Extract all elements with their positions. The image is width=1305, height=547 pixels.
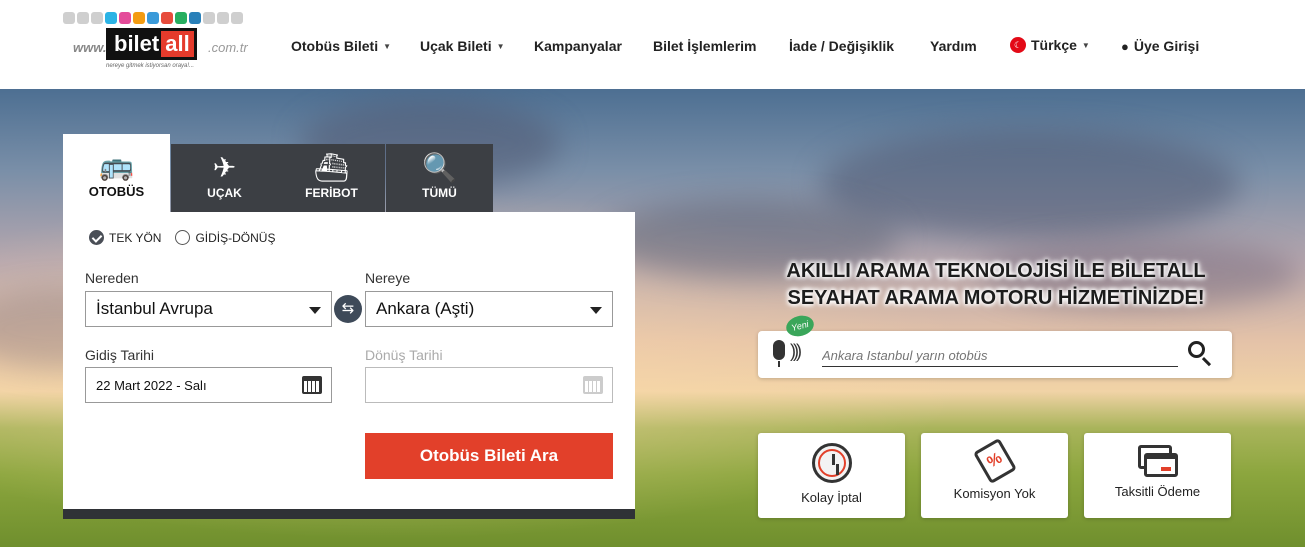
tab-feribot[interactable]: ⛴ FERİBOT: [278, 144, 385, 212]
feature-label: Taksitli Ödeme: [1114, 484, 1201, 499]
to-label: Nereye: [365, 270, 411, 286]
depart-date-input[interactable]: 22 Mart 2022 - Salı: [85, 367, 332, 403]
tab-label: UÇAK: [207, 186, 242, 200]
feature-kolay-iptal: Kolay İptal: [758, 433, 905, 518]
voice-search-input[interactable]: [822, 345, 1178, 367]
logo-bilet: bilet: [114, 31, 160, 56]
feature-taksitli-odeme: Taksitli Ödeme: [1084, 433, 1231, 518]
login-label: Üye Girişi: [1133, 38, 1200, 54]
swap-direction-button[interactable]: ⇆: [334, 295, 362, 323]
clock-icon: [811, 443, 852, 483]
return-date-input[interactable]: [365, 367, 613, 403]
to-value: Ankara (Aşti): [376, 299, 475, 318]
calendar-icon: [302, 376, 322, 394]
tab-tumu[interactable]: 🔍 TÜMÜ: [386, 144, 493, 212]
service-dot: [77, 12, 89, 24]
service-dot: [147, 12, 159, 24]
tab-otobus[interactable]: 🚌 OTOBÜS: [63, 134, 170, 212]
search-card-footer: [63, 509, 635, 519]
caret-down-icon: ▼: [1081, 40, 1090, 50]
service-dot: [91, 12, 103, 24]
nav-label: İade / Değişiklik: [789, 38, 895, 54]
logo-all: all: [161, 31, 194, 57]
tab-label: TÜMÜ: [422, 186, 457, 200]
sound-waves-icon: ))): [790, 341, 802, 361]
nav-bilet-islemlerim[interactable]: Bilet İşlemlerim: [653, 38, 757, 54]
search-globe-icon: 🔍: [422, 152, 457, 183]
nav-kampanyalar[interactable]: Kampanyalar: [534, 38, 622, 54]
from-value: İstanbul Avrupa: [96, 299, 213, 318]
promo-headline-line1: AKILLI ARAMA TEKNOLOJİSİ İLE BİLETALL: [786, 260, 1206, 282]
depart-date-value: 22 Mart 2022 - Salı: [96, 378, 207, 393]
plane-icon: ✈: [212, 152, 237, 183]
language-label: Türkçe: [1031, 37, 1077, 53]
promo-headline: AKILLI ARAMA TEKNOLOJİSİ İLE BİLETALL SE…: [760, 258, 1232, 312]
logo-wordmark: bilet all: [106, 28, 197, 60]
nav-label: Uçak Bileti: [420, 38, 492, 54]
turkey-flag-icon: ☾: [1010, 37, 1026, 53]
tab-label: OTOBÜS: [88, 184, 145, 199]
caret-down-icon: ▼: [496, 41, 505, 51]
radio-unchecked-icon: [175, 230, 191, 245]
search-bus-button[interactable]: Otobüs Bileti Ara: [365, 433, 613, 479]
header: www. bilet all .com.tr nereye gitmek ist…: [0, 0, 1305, 89]
language-selector[interactable]: ☾ Türkçe ▼: [1010, 37, 1090, 53]
microphone-icon[interactable]: [773, 340, 785, 367]
tab-label: FERİBOT: [305, 186, 358, 200]
nav-iade-degisiklik[interactable]: İade / Değişiklik: [789, 38, 894, 54]
promo-headline-line2: SEYAHAT ARAMA MOTORU HİZMETİNİZDE!: [787, 287, 1205, 309]
dropdown-arrow-icon: [309, 307, 321, 314]
service-dots: [63, 12, 243, 24]
feature-label: Kolay İptal: [801, 490, 862, 505]
trip-type-options: TEK YÖN GİDİŞ-DÖNÜŞ: [89, 230, 275, 245]
service-dot: [203, 12, 215, 24]
service-dot: [161, 12, 173, 24]
service-dot: [119, 12, 131, 24]
credit-cards-icon: [1137, 443, 1178, 477]
radio-checked-icon: [89, 230, 104, 245]
user-icon: ●: [1121, 38, 1129, 54]
logo-slogan: nereye gitmek istiyorsan oraya!...: [106, 63, 195, 69]
from-label: Nereden: [85, 270, 139, 286]
logo-www: www.: [73, 40, 107, 55]
feature-komisyon-yok: % Komisyon Yok: [921, 433, 1068, 518]
tab-ucak[interactable]: ✈ UÇAK: [171, 144, 278, 212]
service-dot: [189, 12, 201, 24]
service-dot: [217, 12, 229, 24]
nav-otobus-bileti[interactable]: Otobüs Bileti ▼: [291, 38, 391, 54]
service-dot: [133, 12, 145, 24]
radio-round-trip[interactable]: GİDİŞ-DÖNÜŞ: [175, 230, 275, 245]
nav-label: Kampanyalar: [534, 38, 622, 54]
depart-date-label: Gidiş Tarihi: [85, 347, 154, 363]
service-dot: [105, 12, 117, 24]
logo-domain: .com.tr: [208, 40, 248, 55]
calendar-icon: [583, 376, 603, 394]
radio-label: GİDİŞ-DÖNÜŞ: [195, 230, 276, 245]
ship-icon: ⛴: [313, 152, 350, 183]
nav-label: Bilet İşlemlerim: [653, 38, 757, 54]
dropdown-arrow-icon: [590, 307, 602, 314]
from-select[interactable]: İstanbul Avrupa: [85, 291, 332, 327]
nav-label: Yardım: [930, 38, 977, 54]
nav-label: Otobüs Bileti: [291, 38, 379, 54]
caret-down-icon: ▼: [383, 41, 392, 51]
login-link[interactable]: ● Üye Girişi: [1121, 38, 1199, 54]
radio-label: TEK YÖN: [109, 230, 162, 245]
nav-yardim[interactable]: Yardım: [930, 38, 977, 54]
service-dot: [175, 12, 187, 24]
service-dot: [231, 12, 243, 24]
nav-ucak-bileti[interactable]: Uçak Bileti ▼: [420, 38, 505, 54]
feature-label: Komisyon Yok: [953, 486, 1036, 501]
bus-icon: 🚌: [99, 150, 134, 181]
service-dot: [63, 12, 75, 24]
to-select[interactable]: Ankara (Aşti): [365, 291, 613, 327]
return-date-label: Dönüş Tarihi: [365, 347, 443, 363]
radio-one-way[interactable]: TEK YÖN: [89, 230, 161, 245]
search-icon[interactable]: [1188, 341, 1205, 358]
ticket-percent-icon: %: [972, 437, 1017, 485]
